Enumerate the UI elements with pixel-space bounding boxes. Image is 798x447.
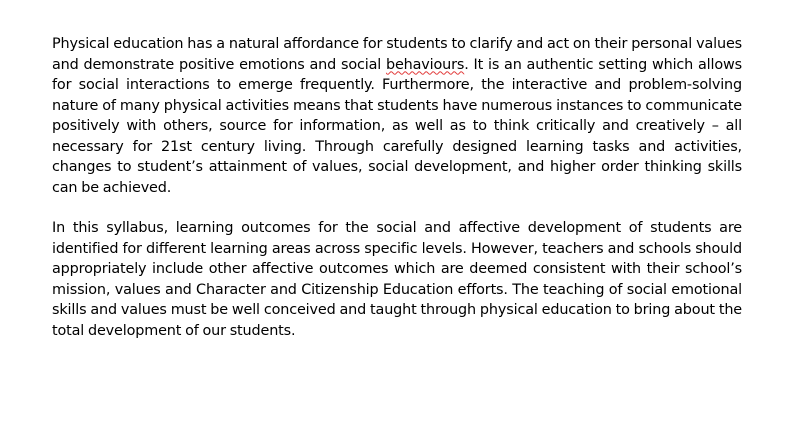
paragraph[interactable]: Physical education has a natural afforda… — [52, 34, 742, 198]
spelling-flagged-word[interactable]: behaviours — [386, 57, 464, 73]
paragraph[interactable]: In this syllabus, learning outcomes for … — [52, 218, 742, 341]
document-body[interactable]: Physical education has a natural afforda… — [52, 34, 742, 341]
paragraph-text: . It is an authentic setting which allow… — [52, 56, 743, 196]
